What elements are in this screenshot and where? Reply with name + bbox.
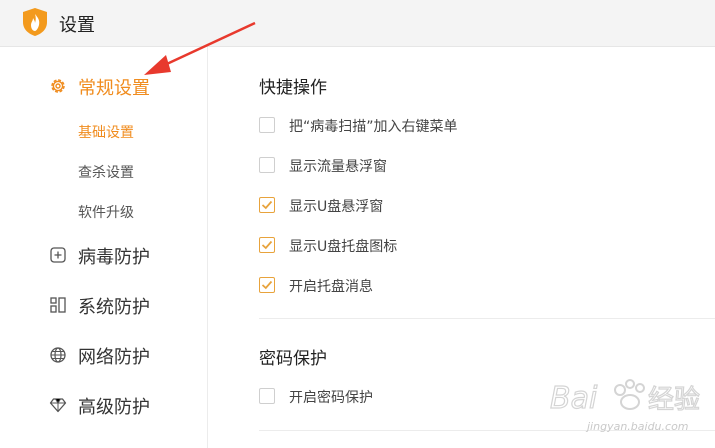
svg-text:Bai: Bai: [550, 381, 598, 416]
checkbox-checked[interactable]: [259, 237, 275, 253]
option-label: 显示流量悬浮窗: [289, 159, 387, 175]
sidebar-item-label: 系统防护: [78, 297, 150, 318]
section-title-password-protection: 密码保护: [259, 349, 327, 369]
sidebar-item-label: 网络防护: [78, 347, 150, 368]
shield-flame-logo-icon: [23, 8, 47, 36]
title-bar: 设置: [0, 0, 715, 47]
plus-square-icon: [50, 247, 66, 263]
checkbox-checked[interactable]: [259, 277, 275, 293]
sidebar-item-virus-protection[interactable]: 病毒防护: [0, 237, 207, 273]
globe-icon: [50, 347, 66, 363]
option-label: 显示U盘托盘图标: [289, 239, 398, 255]
option-label: 开启托盘消息: [289, 279, 373, 295]
sidebar-item-label: 病毒防护: [78, 247, 150, 268]
checkmark-icon: [261, 280, 273, 290]
svg-text:经验: 经验: [648, 385, 700, 415]
sidebar-item-network-protection[interactable]: 网络防护: [0, 337, 207, 373]
option-label: 开启密码保护: [289, 390, 373, 406]
section-title-shortcuts: 快捷操作: [259, 78, 327, 98]
checkbox-checked[interactable]: [259, 197, 275, 213]
grid-icon: [50, 297, 66, 313]
sidebar: 常规设置 基础设置 查杀设置 软件升级 病毒防护 系统防护 网络防护 高级防护: [0, 47, 208, 448]
checkmark-icon: [261, 200, 273, 210]
watermark-url: jingyan.baidu.com: [587, 420, 689, 433]
checkmark-icon: [261, 240, 273, 250]
option-label: 显示U盘悬浮窗: [289, 199, 384, 215]
baidu-watermark-logo-icon: Bai 经验: [549, 379, 701, 417]
sidebar-subitem-basic-settings[interactable]: 基础设置: [78, 122, 134, 142]
option-label: 把“病毒扫描”加入右键菜单: [289, 119, 458, 135]
gear-icon: [51, 79, 65, 93]
sidebar-subitem-software-upgrade[interactable]: 软件升级: [78, 202, 134, 222]
window-title: 设置: [59, 15, 95, 36]
section-divider: [259, 318, 715, 319]
sidebar-item-system-protection[interactable]: 系统防护: [0, 287, 207, 323]
sidebar-item-label: 高级防护: [78, 397, 150, 418]
sidebar-subitem-scan-settings[interactable]: 查杀设置: [78, 162, 134, 182]
checkbox[interactable]: [259, 117, 275, 133]
sidebar-item-advanced-protection[interactable]: 高级防护: [0, 387, 207, 423]
checkbox[interactable]: [259, 388, 275, 404]
checkbox[interactable]: [259, 157, 275, 173]
annotation-arrow-icon: [144, 21, 256, 75]
diamond-icon: [49, 398, 67, 413]
